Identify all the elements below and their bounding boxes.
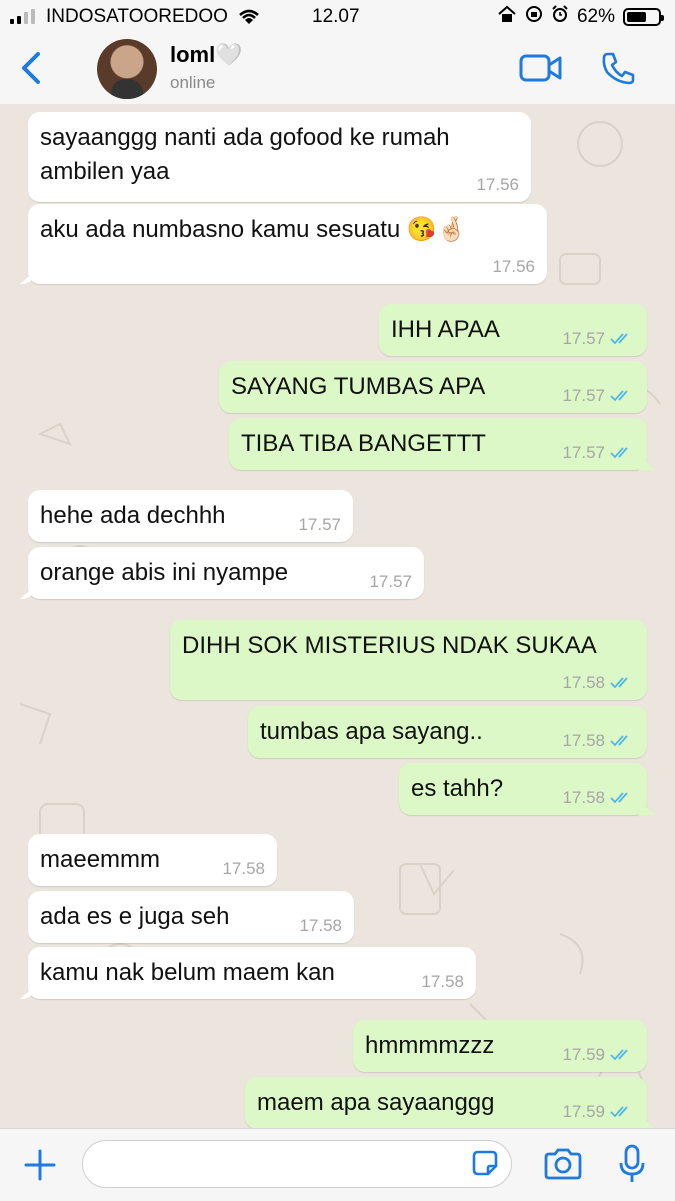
read-ticks-icon <box>610 677 628 689</box>
message-timestamp: 17.57 <box>562 443 635 463</box>
rotation-lock-icon <box>525 5 543 29</box>
message-timestamp: 17.59 <box>562 1102 635 1122</box>
timestamp-text: 17.56 <box>492 257 535 276</box>
message-timestamp: 17.57 <box>298 515 341 535</box>
incoming-message-bubble[interactable]: ada es e juga seh 17.58 <box>28 891 354 943</box>
message-timestamp: 17.58 <box>562 673 635 693</box>
chat-header: loml🤍 online <box>0 34 675 105</box>
read-ticks-icon <box>610 1049 628 1061</box>
outgoing-message-bubble[interactable]: IHH APAA 17.57 <box>379 304 647 356</box>
outgoing-message-bubble[interactable]: maem apa sayaanggg 17.59 <box>245 1077 647 1128</box>
incoming-message-bubble[interactable]: maeemmm 17.58 <box>28 834 277 886</box>
message-timestamp: 17.58 <box>421 972 464 992</box>
avatar[interactable] <box>97 39 157 99</box>
contact-status: online <box>170 73 216 92</box>
camera-icon <box>544 1148 582 1180</box>
message-text: DIHH SOK MISTERIUS NDAK SUKAA <box>182 632 597 659</box>
outgoing-message-bubble[interactable]: SAYANG TUMBAS APA 17.57 <box>219 361 647 413</box>
message-timestamp: 17.58 <box>562 788 635 808</box>
timestamp-text: 17.58 <box>222 859 265 878</box>
contact-name[interactable]: loml🤍 <box>170 42 243 68</box>
outgoing-message-bubble[interactable]: TIBA TIBA BANGETTT 17.57 <box>229 418 647 470</box>
message-timestamp: 17.57 <box>562 329 635 349</box>
message-text: hehe ada dechhh <box>40 502 226 529</box>
message-text: orange abis ini nyampe <box>40 559 289 586</box>
incoming-message-bubble[interactable]: kamu nak belum maem kan 17.58 <box>28 947 476 999</box>
timestamp-text: 17.58 <box>421 972 464 991</box>
plus-icon <box>24 1149 56 1181</box>
timestamp-text: 17.56 <box>476 175 519 194</box>
incoming-message-bubble[interactable]: hehe ada dechhh 17.57 <box>28 490 353 542</box>
message-text: aku ada numbasno kamu sesuatu 😘🤞🏻 <box>40 216 467 243</box>
outgoing-message-bubble[interactable]: es tahh? 17.58 <box>399 763 647 815</box>
timestamp-text: 17.57 <box>562 443 605 462</box>
back-button[interactable] <box>18 48 48 88</box>
message-timestamp: 17.58 <box>222 859 265 879</box>
video-call-icon <box>519 54 562 82</box>
read-ticks-icon <box>610 735 628 747</box>
signal-icon <box>10 9 35 24</box>
timestamp-text: 17.57 <box>298 515 341 534</box>
timestamp-text: 17.58 <box>299 916 342 935</box>
incoming-message-bubble[interactable]: sayaanggg nanti ada gofood ke rumah ambi… <box>28 112 531 202</box>
outgoing-message-bubble[interactable]: hmmmmzzz 17.59 <box>353 1020 647 1072</box>
alarm-icon <box>551 5 569 29</box>
video-call-button[interactable] <box>518 52 564 89</box>
message-text: sayaanggg nanti ada gofood ke rumah ambi… <box>40 124 450 185</box>
read-ticks-icon <box>610 1106 628 1118</box>
message-list[interactable]: sayaanggg nanti ada gofood ke rumah ambi… <box>0 104 675 1128</box>
timestamp-text: 17.58 <box>562 731 605 750</box>
sticker-button[interactable] <box>470 1148 500 1183</box>
timestamp-text: 17.58 <box>562 788 605 807</box>
camera-button[interactable] <box>543 1147 583 1186</box>
wifi-icon <box>236 6 262 32</box>
sticker-icon <box>472 1150 498 1176</box>
timestamp-text: 17.57 <box>562 386 605 405</box>
outgoing-message-bubble[interactable]: DIHH SOK MISTERIUS NDAK SUKAA 17.58 <box>170 620 647 700</box>
timestamp-text: 17.58 <box>562 673 605 692</box>
attach-button[interactable] <box>22 1147 58 1188</box>
message-text: ada es e juga seh <box>40 903 230 930</box>
clock: 12.07 <box>312 6 360 27</box>
message-input[interactable] <box>82 1140 512 1188</box>
message-timestamp: 17.57 <box>369 572 412 592</box>
microphone-icon <box>619 1144 645 1182</box>
timestamp-text: 17.57 <box>562 329 605 348</box>
carrier-name: INDOSATOOREDOO <box>46 6 228 27</box>
home-icon <box>497 5 517 29</box>
timestamp-text: 17.57 <box>369 572 412 591</box>
timestamp-text: 17.59 <box>562 1045 605 1064</box>
status-bar: INDOSATOOREDOO 12.07 62% <box>0 0 675 34</box>
message-timestamp: 17.57 <box>562 386 635 406</box>
message-timestamp: 17.58 <box>299 916 342 936</box>
back-chevron-icon <box>22 52 40 84</box>
composer-bar <box>0 1128 675 1201</box>
message-text: kamu nak belum maem kan <box>40 959 335 986</box>
battery-icon <box>623 8 664 26</box>
message-timestamp: 17.58 <box>562 731 635 751</box>
message-timestamp: 17.56 <box>492 257 535 277</box>
incoming-message-bubble[interactable]: aku ada numbasno kamu sesuatu 😘🤞🏻 17.56 <box>28 204 547 284</box>
battery-percent: 62% <box>576 6 615 27</box>
read-ticks-icon <box>610 333 628 345</box>
message-timestamp: 17.59 <box>562 1045 635 1065</box>
outgoing-message-bubble[interactable]: tumbas apa sayang.. 17.58 <box>248 706 647 758</box>
incoming-message-bubble[interactable]: orange abis ini nyampe 17.57 <box>28 547 424 599</box>
phone-call-icon <box>602 52 635 85</box>
timestamp-text: 17.59 <box>562 1102 605 1121</box>
message-timestamp: 17.56 <box>476 175 519 195</box>
phone-call-button[interactable] <box>600 50 636 91</box>
microphone-button[interactable] <box>618 1143 646 1190</box>
read-ticks-icon <box>610 447 628 459</box>
read-ticks-icon <box>610 390 628 402</box>
read-ticks-icon <box>610 792 628 804</box>
